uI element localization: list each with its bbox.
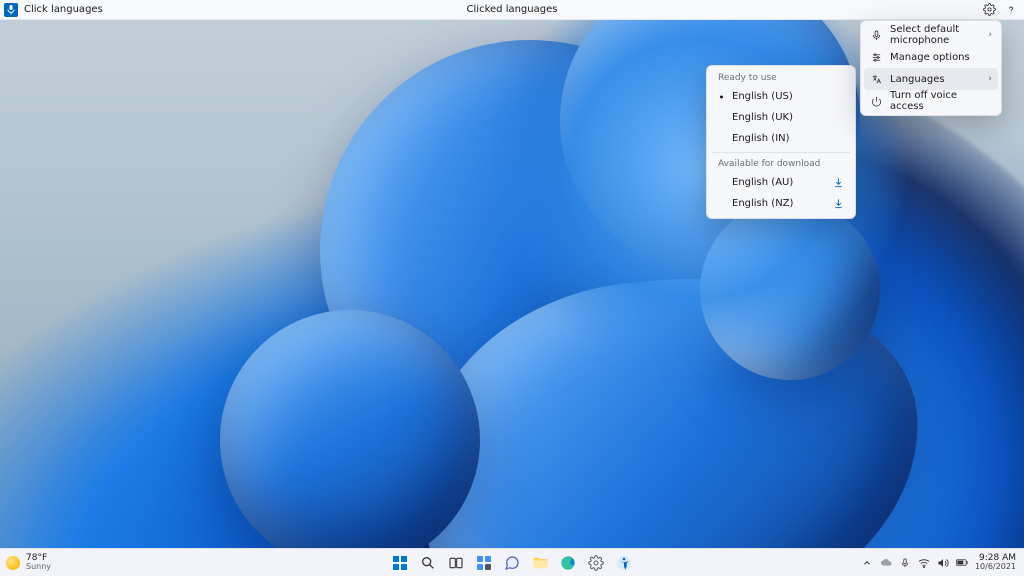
microphone-icon	[870, 29, 882, 41]
tray-wifi-icon[interactable]	[918, 557, 930, 569]
menu-item-select-microphone[interactable]: Select default microphone ›	[864, 24, 998, 46]
language-icon	[870, 73, 882, 85]
options-icon	[870, 51, 882, 63]
taskbar-clock[interactable]: 9:28 AM 10/6/2021	[975, 554, 1016, 571]
taskbar: 78°F Sunny	[0, 548, 1024, 576]
help-icon[interactable]	[1004, 3, 1018, 17]
lang-item-en-uk[interactable]: English (UK)	[710, 107, 852, 128]
accessibility-app-button[interactable]	[612, 551, 636, 575]
tray-chevron-up-icon[interactable]	[861, 557, 873, 569]
widgets-button[interactable]	[472, 551, 496, 575]
download-icon[interactable]	[833, 177, 844, 188]
tray-mic-icon[interactable]	[899, 557, 911, 569]
lang-item-label: English (UK)	[732, 112, 793, 123]
lang-item-en-nz[interactable]: English (NZ)	[710, 193, 852, 214]
menu-item-turn-off[interactable]: Turn off voice access	[864, 90, 998, 112]
download-icon[interactable]	[833, 198, 844, 209]
tray-volume-icon[interactable]	[937, 557, 949, 569]
settings-app-button[interactable]	[584, 551, 608, 575]
languages-ready-header: Ready to use	[710, 70, 852, 86]
menu-item-languages[interactable]: Languages ›	[864, 68, 998, 90]
file-explorer-button[interactable]	[528, 551, 552, 575]
weather-desc: Sunny	[26, 563, 51, 571]
edge-button[interactable]	[556, 551, 580, 575]
voice-access-status: Clicked languages	[467, 4, 558, 15]
lang-item-en-in[interactable]: English (IN)	[710, 128, 852, 149]
taskbar-weather-widget[interactable]: 78°F Sunny	[0, 554, 51, 571]
power-icon	[870, 95, 882, 107]
voice-access-hint: Click languages	[24, 4, 103, 15]
clock-date: 10/6/2021	[975, 563, 1016, 571]
menu-item-manage-options[interactable]: Manage options	[864, 46, 998, 68]
tray-onedrive-icon[interactable]	[880, 557, 892, 569]
tray-battery-icon[interactable]	[956, 557, 968, 569]
voice-access-bar: Click languages Clicked languages	[0, 0, 1024, 20]
lang-item-label: English (US)	[732, 91, 793, 102]
lang-item-label: English (AU)	[732, 177, 793, 188]
chevron-right-icon: ›	[988, 30, 992, 40]
voice-access-settings-menu: Select default microphone › Manage optio…	[860, 20, 1002, 116]
chat-button[interactable]	[500, 551, 524, 575]
lang-item-en-us[interactable]: English (US)	[710, 86, 852, 107]
menu-separator	[712, 152, 850, 153]
task-view-button[interactable]	[444, 551, 468, 575]
menu-item-label: Manage options	[890, 52, 970, 63]
languages-submenu: Ready to use English (US) English (UK) E…	[706, 65, 856, 219]
menu-item-label: Turn off voice access	[890, 90, 992, 112]
start-button[interactable]	[388, 551, 412, 575]
menu-item-label: Select default microphone	[890, 24, 992, 46]
languages-download-header: Available for download	[710, 156, 852, 172]
taskbar-system-tray: 9:28 AM 10/6/2021	[861, 554, 1024, 571]
voice-access-mic-icon[interactable]	[4, 3, 18, 17]
settings-icon[interactable]	[982, 3, 996, 17]
taskbar-center	[388, 551, 636, 575]
weather-sun-icon	[6, 556, 20, 570]
menu-item-label: Languages	[890, 74, 945, 85]
search-button[interactable]	[416, 551, 440, 575]
lang-item-label: English (NZ)	[732, 198, 793, 209]
lang-item-en-au[interactable]: English (AU)	[710, 172, 852, 193]
lang-item-label: English (IN)	[732, 133, 790, 144]
chevron-right-icon: ›	[988, 74, 992, 84]
